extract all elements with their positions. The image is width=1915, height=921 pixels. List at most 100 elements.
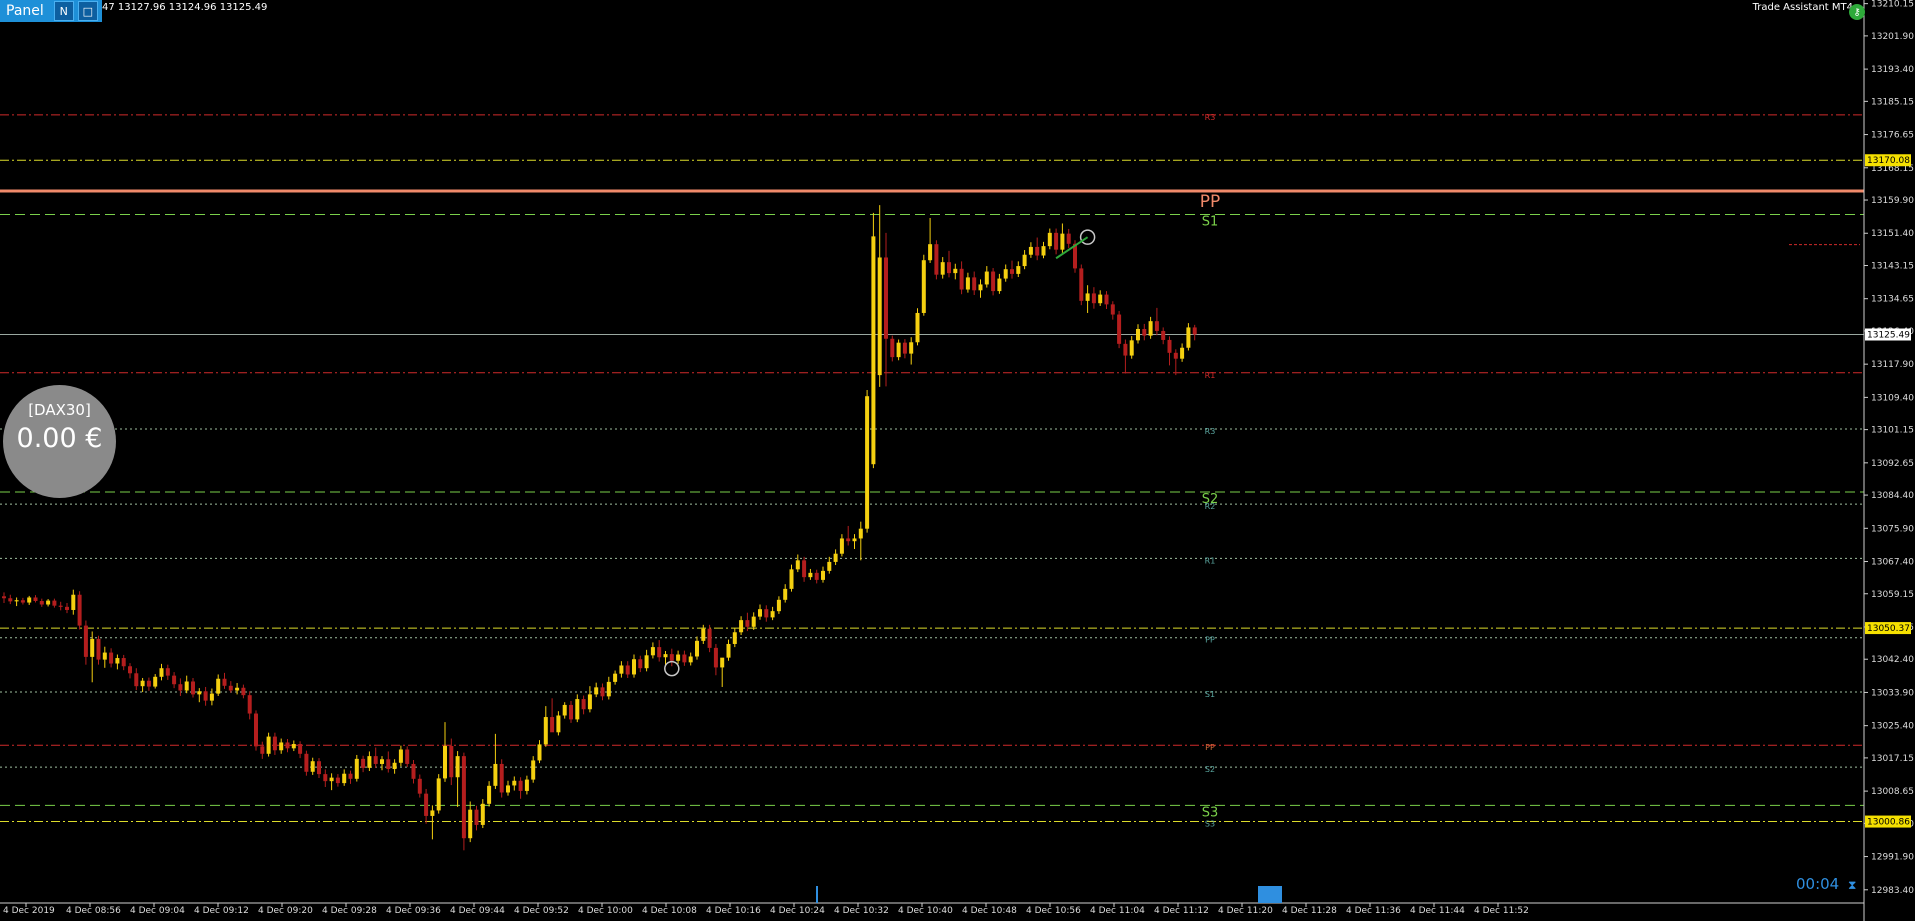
candle-body — [1066, 233, 1071, 244]
x-tick-label: 4 Dec 10:24 — [770, 906, 825, 916]
candle-body — [858, 528, 863, 539]
candle-body — [474, 809, 479, 825]
candle-body — [424, 793, 429, 816]
candle-body — [342, 773, 347, 784]
candle-body — [1041, 246, 1046, 256]
candle-body — [1173, 352, 1178, 359]
candle-body — [335, 777, 340, 784]
candle-body — [304, 753, 309, 772]
candle-body — [506, 785, 510, 793]
candle-body — [1016, 266, 1021, 274]
candle-body — [140, 680, 145, 687]
candle-body — [20, 600, 25, 603]
candle-body — [827, 561, 832, 571]
candle-body — [543, 717, 548, 745]
candle-body — [1054, 232, 1059, 250]
panel-restore-button[interactable]: □ — [77, 1, 98, 21]
candle-body — [443, 745, 447, 779]
candle-body — [821, 570, 825, 580]
candle-body — [707, 628, 712, 648]
candle-body — [493, 763, 498, 786]
candle-body — [947, 262, 951, 274]
x-tick-label: 4 Dec 10:00 — [578, 906, 633, 916]
x-tick-label: 4 Dec 09:12 — [194, 906, 249, 916]
level-label: S1 — [1202, 214, 1219, 229]
profit-symbol: [DAX30] — [28, 401, 91, 419]
candle-body — [764, 609, 769, 618]
candle-body — [39, 600, 44, 605]
level-label: PP — [1205, 636, 1215, 645]
candle-body — [783, 588, 788, 600]
candle-body — [991, 271, 996, 292]
x-tick-label: 4 Dec 09:28 — [322, 906, 377, 916]
level-label: S1 — [1205, 690, 1215, 699]
candle-body — [739, 620, 744, 633]
candle-body — [449, 745, 454, 778]
x-tick-label: 4 Dec 11:52 — [1474, 906, 1529, 916]
candle-body — [153, 676, 158, 687]
candle-body — [789, 569, 794, 589]
candle-body — [550, 717, 555, 733]
candle-body — [260, 746, 265, 754]
candle-body — [354, 758, 359, 779]
candle-body — [291, 744, 296, 749]
candle-body — [417, 778, 422, 794]
chart-area[interactable]: R3 PP S1 R1 R3 S2 R2 R1 PP S1 PP S2 S3 S3 13210.15 132… — [0, 0, 1915, 921]
candle-body — [46, 600, 51, 605]
candle-body — [109, 652, 114, 664]
y-tick-label: 12991.90 — [1871, 853, 1914, 863]
candle-body — [537, 744, 542, 761]
candle-body — [940, 262, 945, 275]
candle-body — [317, 761, 321, 775]
candle-body — [802, 560, 807, 578]
candle-body — [1085, 293, 1090, 301]
candle-body — [701, 628, 706, 641]
x-tick-label: 4 Dec 2019 — [3, 906, 55, 916]
candle-body — [984, 271, 989, 285]
candle-body — [197, 691, 202, 695]
x-tick-label: 4 Dec 11:44 — [1410, 906, 1465, 916]
candle-body — [688, 656, 693, 663]
candle-body — [581, 699, 586, 710]
candle-body — [959, 268, 964, 290]
panel-n-button[interactable]: N — [53, 1, 74, 21]
candle-body — [587, 694, 592, 710]
candle-body — [323, 774, 328, 782]
candle-body — [361, 758, 366, 768]
candle-body — [795, 560, 800, 570]
candle-body — [184, 681, 189, 691]
candle-body — [915, 312, 920, 343]
candle-body — [178, 684, 183, 691]
level-label: R3 — [1205, 427, 1216, 436]
candle-body — [1167, 339, 1172, 353]
candle-body — [8, 598, 13, 602]
candle-body — [682, 654, 687, 663]
lock-icon[interactable]: ⚷ — [1849, 4, 1865, 20]
candle-body — [902, 342, 907, 354]
candle-body — [121, 658, 126, 667]
candle-body — [71, 594, 76, 610]
candle-body — [852, 538, 857, 542]
panel-button[interactable]: Panel — [0, 3, 50, 19]
candle-body — [770, 611, 775, 618]
candlestick-chart[interactable]: R3PPS1R1R3S2R2R1PPS1PPS2S3S3 13210.15132… — [0, 0, 1915, 921]
candle-body — [833, 553, 838, 562]
candle-body — [1022, 254, 1027, 267]
candle-body — [814, 572, 819, 580]
candle-body — [569, 704, 573, 720]
y-tick-label: 13134.65 — [1871, 295, 1914, 305]
candle-body — [2, 596, 6, 599]
candle-body — [676, 654, 681, 661]
candle-body — [808, 572, 813, 578]
candle-body — [228, 685, 233, 691]
candle-body — [865, 396, 870, 529]
candle-body — [1186, 327, 1191, 348]
candle-body — [720, 657, 725, 668]
candle-body — [266, 736, 271, 754]
candle-body — [1129, 340, 1134, 356]
price-badge-label: 13125.49 — [1867, 331, 1910, 341]
candle-body — [921, 260, 926, 313]
x-tick-label: 4 Dec 09:20 — [258, 906, 313, 916]
candle-body — [380, 759, 384, 764]
x-tick-label: 4 Dec 10:32 — [834, 906, 889, 916]
